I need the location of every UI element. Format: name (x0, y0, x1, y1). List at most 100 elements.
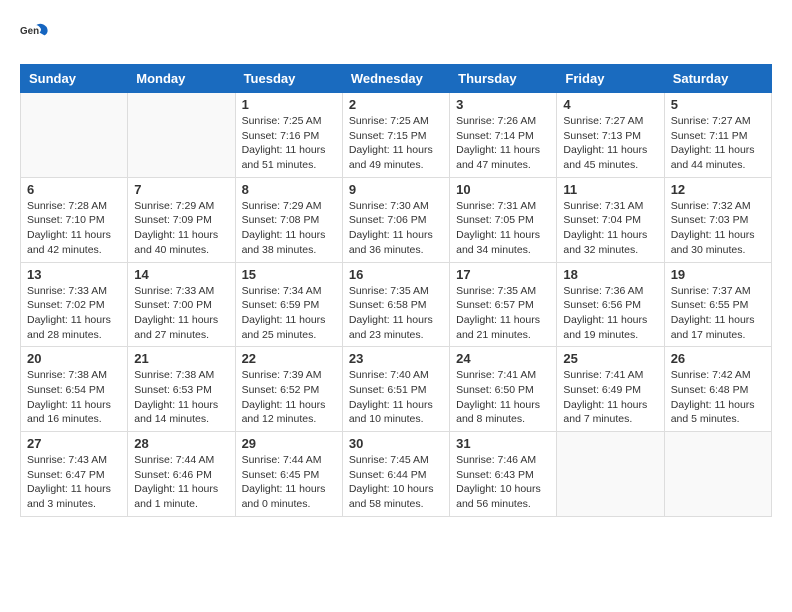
day-number: 14 (134, 267, 228, 282)
day-info: Sunrise: 7:40 AMSunset: 6:51 PMDaylight:… (349, 368, 443, 427)
weekday-header-thursday: Thursday (450, 65, 557, 93)
calendar-week-row: 27 Sunrise: 7:43 AMSunset: 6:47 PMDayligh… (21, 432, 772, 517)
weekday-header-row: SundayMondayTuesdayWednesdayThursdayFrid… (21, 65, 772, 93)
calendar: SundayMondayTuesdayWednesdayThursdayFrid… (20, 64, 772, 517)
day-number: 26 (671, 351, 765, 366)
calendar-cell (128, 93, 235, 178)
day-info: Sunrise: 7:27 AMSunset: 7:11 PMDaylight:… (671, 114, 765, 173)
calendar-cell: 30 Sunrise: 7:45 AMSunset: 6:44 PMDayligh… (342, 432, 449, 517)
logo: Gen (20, 20, 52, 48)
weekday-header-friday: Friday (557, 65, 664, 93)
calendar-week-row: 6 Sunrise: 7:28 AMSunset: 7:10 PMDaylight… (21, 177, 772, 262)
day-number: 12 (671, 182, 765, 197)
day-info: Sunrise: 7:30 AMSunset: 7:06 PMDaylight:… (349, 199, 443, 258)
calendar-cell (557, 432, 664, 517)
day-info: Sunrise: 7:27 AMSunset: 7:13 PMDaylight:… (563, 114, 657, 173)
day-number: 22 (242, 351, 336, 366)
calendar-cell (21, 93, 128, 178)
day-info: Sunrise: 7:25 AMSunset: 7:16 PMDaylight:… (242, 114, 336, 173)
calendar-cell: 18 Sunrise: 7:36 AMSunset: 6:56 PMDayligh… (557, 262, 664, 347)
weekday-header-tuesday: Tuesday (235, 65, 342, 93)
day-number: 20 (27, 351, 121, 366)
day-number: 28 (134, 436, 228, 451)
calendar-cell: 31Sunrise: 7:46 AMSunset: 6:43 PMDayligh… (450, 432, 557, 517)
svg-text:Gen: Gen (20, 26, 39, 37)
calendar-cell: 9 Sunrise: 7:30 AMSunset: 7:06 PMDaylight… (342, 177, 449, 262)
calendar-cell (664, 432, 771, 517)
calendar-cell: 19 Sunrise: 7:37 AMSunset: 6:55 PMDayligh… (664, 262, 771, 347)
day-number: 1 (242, 97, 336, 112)
calendar-cell: 22 Sunrise: 7:39 AMSunset: 6:52 PMDayligh… (235, 347, 342, 432)
day-number: 7 (134, 182, 228, 197)
calendar-cell: 12 Sunrise: 7:32 AMSunset: 7:03 PMDayligh… (664, 177, 771, 262)
day-number: 30 (349, 436, 443, 451)
day-info: Sunrise: 7:36 AMSunset: 6:56 PMDaylight:… (563, 284, 657, 343)
day-info: Sunrise: 7:44 AMSunset: 6:46 PMDaylight:… (134, 453, 228, 512)
day-number: 3 (456, 97, 550, 112)
calendar-cell: 3 Sunrise: 7:26 AMSunset: 7:14 PMDaylight… (450, 93, 557, 178)
calendar-week-row: 20 Sunrise: 7:38 AMSunset: 6:54 PMDayligh… (21, 347, 772, 432)
day-info: Sunrise: 7:33 AMSunset: 7:00 PMDaylight:… (134, 284, 228, 343)
day-info: Sunrise: 7:25 AMSunset: 7:15 PMDaylight:… (349, 114, 443, 173)
day-info: Sunrise: 7:31 AMSunset: 7:04 PMDaylight:… (563, 199, 657, 258)
day-number: 19 (671, 267, 765, 282)
calendar-cell: 23 Sunrise: 7:40 AMSunset: 6:51 PMDayligh… (342, 347, 449, 432)
day-info: Sunrise: 7:43 AMSunset: 6:47 PMDaylight:… (27, 453, 121, 512)
calendar-cell: 1 Sunrise: 7:25 AMSunset: 7:16 PMDaylight… (235, 93, 342, 178)
day-number: 15 (242, 267, 336, 282)
day-info: Sunrise: 7:39 AMSunset: 6:52 PMDaylight:… (242, 368, 336, 427)
calendar-cell: 24 Sunrise: 7:41 AMSunset: 6:50 PMDayligh… (450, 347, 557, 432)
day-info: Sunrise: 7:41 AMSunset: 6:49 PMDaylight:… (563, 368, 657, 427)
day-number: 6 (27, 182, 121, 197)
day-info: Sunrise: 7:38 AMSunset: 6:53 PMDaylight:… (134, 368, 228, 427)
day-info: Sunrise: 7:45 AMSunset: 6:44 PMDaylight:… (349, 453, 443, 512)
day-number: 31 (456, 436, 550, 451)
calendar-cell: 10Sunrise: 7:31 AMSunset: 7:05 PMDayligh… (450, 177, 557, 262)
day-number: 5 (671, 97, 765, 112)
logo-icon: Gen (20, 20, 48, 48)
day-info: Sunrise: 7:37 AMSunset: 6:55 PMDaylight:… (671, 284, 765, 343)
day-number: 18 (563, 267, 657, 282)
calendar-cell: 13Sunrise: 7:33 AMSunset: 7:02 PMDayligh… (21, 262, 128, 347)
calendar-cell: 7Sunrise: 7:29 AMSunset: 7:09 PMDaylight… (128, 177, 235, 262)
calendar-cell: 21 Sunrise: 7:38 AMSunset: 6:53 PMDayligh… (128, 347, 235, 432)
day-number: 21 (134, 351, 228, 366)
day-info: Sunrise: 7:35 AMSunset: 6:58 PMDaylight:… (349, 284, 443, 343)
calendar-cell: 2 Sunrise: 7:25 AMSunset: 7:15 PMDaylight… (342, 93, 449, 178)
day-info: Sunrise: 7:32 AMSunset: 7:03 PMDaylight:… (671, 199, 765, 258)
weekday-header-wednesday: Wednesday (342, 65, 449, 93)
page-header: Gen (20, 20, 772, 48)
day-number: 9 (349, 182, 443, 197)
day-number: 24 (456, 351, 550, 366)
day-number: 29 (242, 436, 336, 451)
day-info: Sunrise: 7:38 AMSunset: 6:54 PMDaylight:… (27, 368, 121, 427)
calendar-cell: 6 Sunrise: 7:28 AMSunset: 7:10 PMDaylight… (21, 177, 128, 262)
weekday-header-saturday: Saturday (664, 65, 771, 93)
day-number: 23 (349, 351, 443, 366)
day-number: 11 (563, 182, 657, 197)
calendar-cell: 29 Sunrise: 7:44 AMSunset: 6:45 PMDayligh… (235, 432, 342, 517)
day-number: 16 (349, 267, 443, 282)
calendar-cell: 5 Sunrise: 7:27 AMSunset: 7:11 PMDaylight… (664, 93, 771, 178)
day-number: 27 (27, 436, 121, 451)
calendar-cell: 17 Sunrise: 7:35 AMSunset: 6:57 PMDayligh… (450, 262, 557, 347)
calendar-cell: 16 Sunrise: 7:35 AMSunset: 6:58 PMDayligh… (342, 262, 449, 347)
day-number: 17 (456, 267, 550, 282)
day-number: 10 (456, 182, 550, 197)
day-info: Sunrise: 7:41 AMSunset: 6:50 PMDaylight:… (456, 368, 550, 427)
day-info: Sunrise: 7:44 AMSunset: 6:45 PMDaylight:… (242, 453, 336, 512)
day-number: 2 (349, 97, 443, 112)
day-info: Sunrise: 7:26 AMSunset: 7:14 PMDaylight:… (456, 114, 550, 173)
day-info: Sunrise: 7:33 AMSunset: 7:02 PMDaylight:… (27, 284, 121, 343)
day-number: 25 (563, 351, 657, 366)
calendar-cell: 14 Sunrise: 7:33 AMSunset: 7:00 PMDayligh… (128, 262, 235, 347)
day-info: Sunrise: 7:28 AMSunset: 7:10 PMDaylight:… (27, 199, 121, 258)
day-number: 8 (242, 182, 336, 197)
calendar-week-row: 13Sunrise: 7:33 AMSunset: 7:02 PMDayligh… (21, 262, 772, 347)
day-info: Sunrise: 7:34 AMSunset: 6:59 PMDaylight:… (242, 284, 336, 343)
weekday-header-monday: Monday (128, 65, 235, 93)
calendar-cell: 15 Sunrise: 7:34 AMSunset: 6:59 PMDayligh… (235, 262, 342, 347)
calendar-cell: 11 Sunrise: 7:31 AMSunset: 7:04 PMDayligh… (557, 177, 664, 262)
calendar-cell: 8Sunrise: 7:29 AMSunset: 7:08 PMDaylight… (235, 177, 342, 262)
day-info: Sunrise: 7:35 AMSunset: 6:57 PMDaylight:… (456, 284, 550, 343)
